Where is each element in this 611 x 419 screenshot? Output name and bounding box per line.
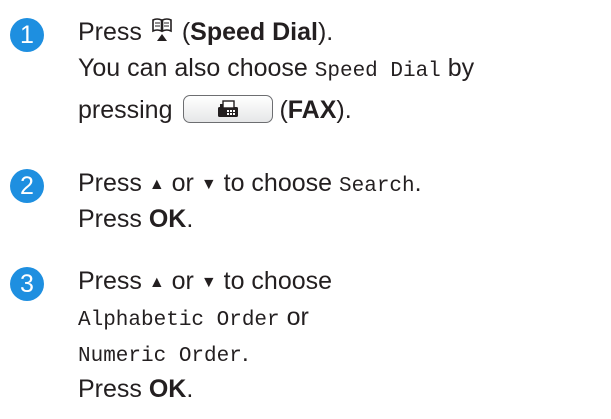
up-arrow-icon: ▲ [148,274,165,291]
paren-close: ). [317,18,334,46]
speed-dial-label: Speed Dial [190,18,318,46]
step-2-text: Press ▲ or ▼ to choose Search. Press OK. [78,165,422,237]
instruction-text: to choose [223,267,333,295]
step-1-line-1: Press (Speed Dial). [78,14,474,50]
up-arrow-icon: ▲ [148,176,165,193]
alphabetic-order-menu-text: Alphabetic Order [78,309,280,332]
down-arrow-icon: ▼ [200,176,217,193]
paren-close: ). [336,96,352,124]
step-3-text: Press ▲ or ▼ to choose Alphabetic Order … [78,263,332,407]
press-word: Press [78,18,142,46]
step-3-line-3: Numeric Order. [78,335,332,371]
step-3-line-4: Press OK. [78,371,332,407]
or-word: or [171,169,194,197]
speed-dial-book-icon [152,18,172,41]
press-word: Press [78,267,142,295]
step-1-line-2: You can also choose Speed Dial by [78,50,474,86]
step-3-line-2: Alphabetic Order or [78,299,332,335]
fax-key-button [183,95,274,123]
paren-open: ( [181,18,191,46]
or-word: or [171,267,194,295]
pressing-word: pressing [78,96,173,124]
step-3-line-1: Press ▲ or ▼ to choose [78,263,332,299]
speed-dial-menu-text: Speed Dial [314,60,441,83]
step-2-line-2: Press OK. [78,201,422,237]
search-menu-text: Search [339,175,415,198]
instruction-tail: by [447,54,475,82]
press-word: Press [78,205,142,233]
numeric-order-menu-text: Numeric Order [78,345,242,368]
ok-label: OK [148,375,187,403]
period: . [186,205,194,233]
step-number-badge: 1 [10,18,44,52]
fax-machine-icon [218,100,239,117]
step-number-badge: 2 [10,169,44,203]
press-word: Press [78,169,142,197]
period: . [186,375,194,403]
ok-label: OK [148,205,187,233]
paren-open: ( [279,96,288,124]
step-1-text: Press (Speed Dial). You can also choose … [78,14,474,128]
step-1-line-3: pressing (FAX). [78,92,474,128]
or-word: or [286,303,309,331]
instruction-text: to choose [223,169,333,197]
down-arrow-icon: ▼ [200,274,217,291]
period: . [414,169,422,197]
instruction-text: You can also choose [78,54,308,82]
press-word: Press [78,375,142,403]
fax-label: FAX [287,96,337,124]
period: . [241,339,249,367]
step-number-badge: 3 [10,267,44,301]
step-2-line-1: Press ▲ or ▼ to choose Search. [78,165,422,201]
